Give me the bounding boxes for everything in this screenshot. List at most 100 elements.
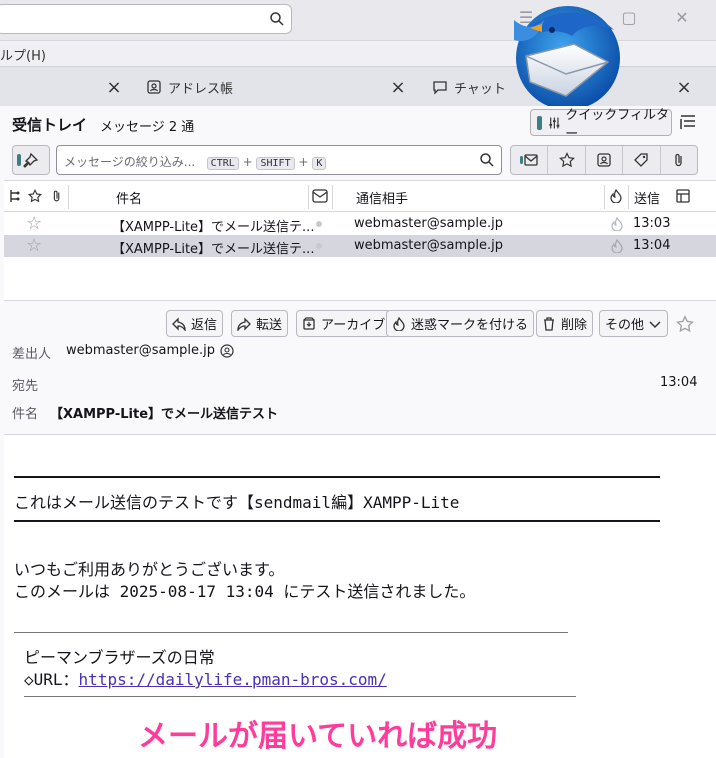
from-value[interactable]: webmaster@sample.jp [66, 343, 215, 358]
read-status-column-icon[interactable] [312, 189, 328, 203]
archive-label: アーカイブ [321, 318, 386, 333]
forward-label: 転送 [256, 318, 283, 333]
delete-label: 削除 [561, 318, 588, 333]
filter-sliders-icon [548, 117, 559, 128]
quick-filter-button[interactable]: クイックフィルター [530, 108, 672, 142]
display-options-icon[interactable] [678, 112, 698, 132]
filter-toggle-group [510, 145, 698, 175]
forward-icon [237, 316, 251, 331]
message-body: これはメール送信のテストです【sendmail編】XAMPP-Lite いつもご… [4, 436, 716, 758]
global-search-input[interactable] [0, 4, 292, 34]
tab-close-chat[interactable]: × [674, 67, 694, 107]
filter-starred-button[interactable] [548, 146, 586, 174]
tag-icon [634, 153, 649, 167]
mail-main-pane: 受信トレイ メッセージ 2 通 クイックフィルター メッセージの絞り込み... … [4, 106, 716, 758]
unread-dot-icon[interactable] [316, 221, 322, 227]
close-window-button[interactable]: ✕ [670, 8, 694, 28]
signature-url-line: ◇URL：https://dailylife.pman-bros.com/ [24, 666, 387, 690]
message-row[interactable]: ☆ 【XAMPP-Lite】でメール送信テ... webmaster@sampl… [4, 213, 716, 236]
envelope-icon [520, 154, 538, 166]
message-row-selected[interactable]: ☆ 【XAMPP-Lite】でメール送信テ... webmaster@sampl… [4, 235, 716, 257]
junk-label: 迷惑マークを付ける [411, 318, 529, 333]
divider [14, 520, 660, 522]
column-separator[interactable] [308, 185, 309, 209]
star-icon [558, 152, 575, 168]
menu-help[interactable]: ルプ(H) [0, 45, 46, 64]
close-icon[interactable]: × [388, 77, 408, 98]
more-button[interactable]: その他 [599, 310, 669, 337]
tab-address-book[interactable]: アドレス帳 [146, 67, 233, 107]
search-icon [480, 153, 494, 167]
success-caption: メールが届いていれば成功 [138, 719, 498, 754]
sticky-filter-button[interactable] [12, 145, 50, 175]
thread-column-header: 件名 通信相手 送信 [4, 180, 716, 212]
reply-label: 返信 [191, 318, 218, 333]
kbd-plus: + [242, 155, 253, 169]
tab-label: アドレス帳 [168, 81, 234, 97]
contact-add-icon[interactable] [220, 344, 234, 358]
signature-divider [14, 632, 568, 633]
close-icon[interactable]: × [674, 77, 694, 98]
message-count: メッセージ 2 通 [100, 120, 195, 135]
junk-icon[interactable] [610, 239, 624, 253]
star-column-icon[interactable] [28, 189, 42, 203]
kbd-plus: + [298, 155, 309, 169]
folder-header: 受信トレイ メッセージ 2 通 クイックフィルター [4, 106, 716, 142]
body-line: いつもご利用ありがとうございます。 [14, 560, 285, 579]
kbd-key: K [312, 157, 327, 170]
column-subject[interactable]: 件名 [116, 188, 142, 207]
star-icon[interactable]: ☆ [26, 215, 42, 233]
kbd-key: CTRL [206, 157, 239, 170]
column-date[interactable]: 送信 [634, 188, 660, 207]
message-date: 13:03 [633, 216, 671, 231]
star-icon[interactable] [676, 315, 694, 333]
filter-messages-input[interactable]: メッセージの絞り込み... CTRL + SHIFT + K [56, 145, 502, 175]
attachment-column-icon[interactable] [50, 189, 64, 203]
contact-icon [597, 153, 611, 167]
message-date: 13:04 [633, 238, 671, 253]
delete-button[interactable]: 削除 [536, 310, 594, 337]
filter-unread-button[interactable] [511, 146, 549, 174]
archive-icon [303, 316, 315, 330]
filter-contact-button[interactable] [586, 146, 624, 174]
star-icon[interactable]: ☆ [26, 237, 42, 255]
archive-button[interactable]: アーカイブ [296, 310, 392, 337]
body-heading: これはメール送信のテストです【sendmail編】XAMPP-Lite [14, 493, 460, 512]
toggle-indicator [537, 115, 542, 130]
reply-button[interactable]: 返信 [166, 310, 224, 337]
junk-column-icon[interactable] [609, 189, 623, 203]
reply-icon [172, 316, 186, 331]
tab-close-address-book[interactable]: × [388, 67, 408, 107]
junk-icon[interactable] [610, 217, 624, 231]
address-book-icon [147, 80, 161, 94]
trash-icon [544, 316, 554, 331]
column-picker-icon[interactable] [676, 189, 690, 203]
tab-chat[interactable]: チャット [432, 67, 506, 107]
thread-icon[interactable] [8, 189, 22, 203]
forward-button[interactable]: 転送 [231, 310, 289, 337]
message-from: webmaster@sample.jp [354, 216, 503, 231]
column-separator[interactable] [332, 185, 333, 209]
column-separator[interactable] [628, 185, 629, 209]
junk-button[interactable]: 迷惑マークを付ける [386, 310, 535, 337]
unread-dot-icon[interactable] [316, 243, 322, 249]
signature-link[interactable]: https://dailylife.pman-bros.com/ [79, 670, 387, 689]
filter-attachment-button[interactable] [661, 146, 697, 174]
quick-filter-bar: メッセージの絞り込み... CTRL + SHIFT + K [4, 140, 716, 180]
column-separator[interactable] [68, 185, 69, 209]
column-correspondent[interactable]: 通信相手 [356, 188, 408, 207]
filter-tags-button[interactable] [623, 146, 661, 174]
subject-value: 【XAMPP-Lite】でメール送信テスト [50, 407, 279, 422]
message-time: 13:04 [660, 375, 698, 390]
body-line: このメールは 2025-08-17 13:04 にテスト送信されました。 [14, 582, 476, 601]
tab-close-mail[interactable]: × [104, 67, 124, 107]
quick-filter-label: クイックフィルター [565, 107, 669, 142]
more-label: その他 [605, 318, 645, 333]
message-from: webmaster@sample.jp [354, 238, 503, 253]
signature-name: ピーマンブラザーズの日常 [24, 648, 215, 667]
signature-url-label: ◇URL： [24, 670, 79, 689]
message-subject: 【XAMPP-Lite】でメール送信テ... [112, 220, 315, 235]
close-icon[interactable]: × [104, 77, 124, 98]
from-label: 差出人 [12, 347, 52, 362]
column-separator[interactable] [604, 185, 605, 209]
